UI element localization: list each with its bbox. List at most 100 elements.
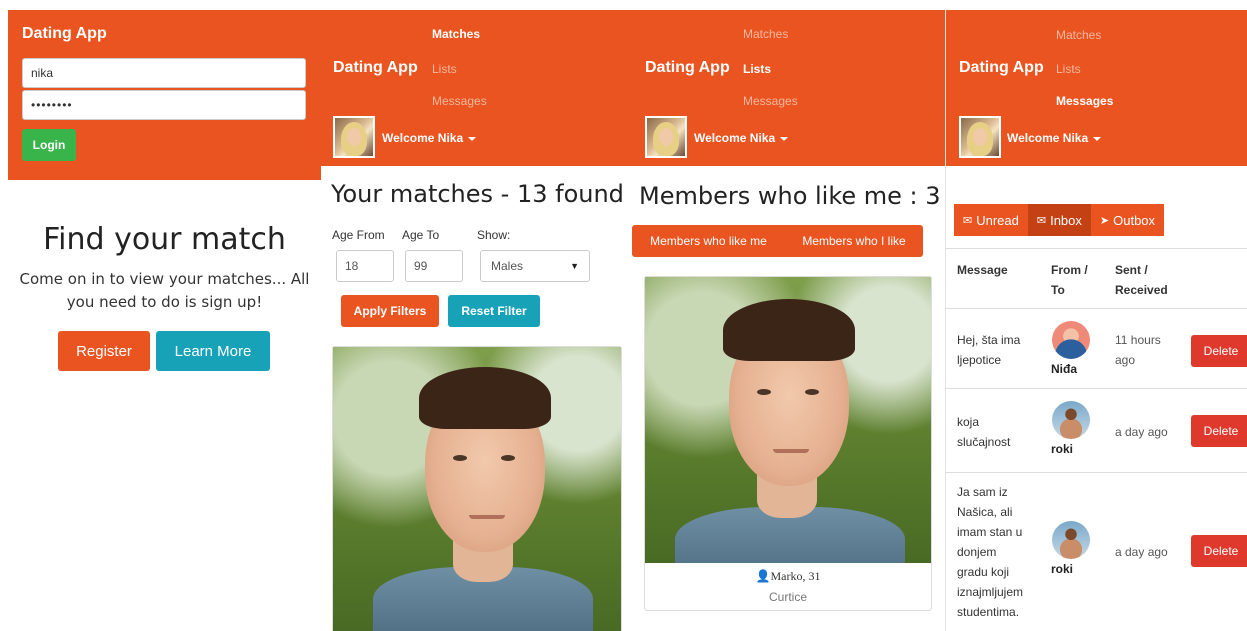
welcome-dropdown[interactable]: Welcome Nika	[1007, 131, 1102, 145]
message-text: Ja sam iz Našica, ali imam stan u donjem…	[957, 482, 1023, 622]
message-line: iznajmljujem	[957, 585, 1024, 599]
nav-lists[interactable]: Lists	[743, 62, 771, 76]
username-input[interactable]: nika	[22, 58, 306, 88]
delete-button[interactable]: Delete	[1191, 415, 1247, 447]
navbar: Matches Dating App Lists Messages Welcom…	[321, 10, 632, 166]
nav-messages[interactable]: Messages	[432, 94, 487, 108]
gender-select[interactable]: Males ▼	[480, 250, 590, 282]
welcome-dropdown[interactable]: Welcome Nika	[382, 131, 477, 145]
table-divider	[946, 472, 1247, 473]
nav-messages[interactable]: Messages	[743, 94, 798, 108]
welcome-text: Welcome Nika	[382, 131, 464, 145]
brand[interactable]: Dating App	[959, 59, 1044, 77]
caret-down-icon	[1093, 136, 1102, 141]
time-line: a day ago	[1115, 425, 1168, 439]
message-time: a day ago	[1115, 422, 1168, 442]
member-photo[interactable]	[333, 347, 621, 631]
login-button[interactable]: Login	[22, 129, 76, 161]
header-from-to-line2: To	[1051, 283, 1065, 297]
caret-down-icon	[468, 136, 477, 141]
welcome-dropdown[interactable]: Welcome Nika	[694, 131, 789, 145]
header-sent-received: Sent / Received	[1115, 260, 1168, 300]
page-title: Members who like me : 3	[639, 182, 941, 210]
member-name-text: Marko, 31	[770, 569, 821, 583]
message-time: a day ago	[1115, 542, 1168, 562]
user-icon: 👤	[755, 569, 771, 583]
nav-messages[interactable]: Messages	[1056, 94, 1113, 108]
brand[interactable]: Dating App	[22, 25, 107, 43]
tab-members-who-like-me[interactable]: Members who like me	[632, 225, 785, 257]
welcome-text: Welcome Nika	[694, 131, 776, 145]
age-from-input[interactable]: 18	[336, 250, 394, 282]
member-photo[interactable]	[645, 277, 931, 563]
learn-more-button[interactable]: Learn More	[156, 331, 270, 371]
nav-lists[interactable]: Lists	[1056, 62, 1081, 76]
sender-name: Niđa	[1051, 362, 1078, 376]
delete-button[interactable]: Delete	[1191, 535, 1247, 567]
user-avatar[interactable]	[333, 116, 375, 158]
nav-lists[interactable]: Lists	[432, 62, 457, 76]
header-sent-line1: Sent /	[1115, 263, 1148, 277]
brand[interactable]: Dating App	[333, 59, 418, 77]
age-to-label: Age To	[402, 228, 440, 242]
user-avatar[interactable]	[959, 116, 1001, 158]
message-line: Ja sam iz	[957, 485, 1008, 499]
message-line: gradu koji	[957, 565, 1010, 579]
show-label: Show:	[477, 228, 511, 242]
paper-plane-icon: ➤	[1099, 214, 1110, 227]
sender-name: roki	[1051, 442, 1074, 456]
message-line: koja	[957, 415, 980, 429]
select-arrow-icon: ▼	[570, 261, 579, 271]
sender-name: roki	[1051, 562, 1074, 576]
tab-inbox-label: Inbox	[1050, 212, 1082, 228]
header-from-to-line1: From /	[1051, 263, 1088, 277]
reset-filter-button[interactable]: Reset Filter	[448, 295, 540, 327]
brand[interactable]: Dating App	[645, 59, 730, 77]
sender-avatar[interactable]	[1052, 321, 1090, 359]
user-avatar[interactable]	[645, 116, 687, 158]
lists-panel: Matches Dating App Lists Messages Welcom…	[632, 10, 945, 631]
sender-avatar[interactable]	[1052, 521, 1090, 559]
home-panel: Dating App nika •••••••• Login Find your…	[8, 10, 321, 631]
nav-matches[interactable]: Matches	[743, 27, 788, 41]
register-button[interactable]: Register	[58, 331, 150, 371]
message-time: 11 hours ago	[1115, 330, 1161, 370]
envelope-icon: ✉	[963, 214, 973, 227]
tab-outbox-label: Outbox	[1113, 212, 1156, 228]
table-divider	[946, 388, 1247, 389]
header-from-to: From / To	[1051, 260, 1088, 300]
navbar: Dating App nika •••••••• Login	[8, 10, 321, 180]
password-input[interactable]: ••••••••	[22, 90, 306, 120]
message-line: slučajnost	[957, 435, 1011, 449]
age-from-label: Age From	[332, 228, 385, 242]
matches-panel: Matches Dating App Lists Messages Welcom…	[321, 10, 632, 631]
header-sent-line2: Received	[1115, 283, 1168, 297]
sender-avatar[interactable]	[1052, 401, 1090, 439]
nav-matches[interactable]: Matches	[432, 27, 480, 41]
member-name: 👤Marko, 31	[644, 569, 932, 584]
message-line: ljepotice	[957, 353, 1002, 367]
message-line: studentima.	[957, 605, 1020, 619]
delete-button[interactable]: Delete	[1191, 335, 1247, 367]
gender-select-value: Males	[491, 259, 524, 273]
tab-outbox[interactable]: ➤ Outbox	[1090, 204, 1165, 236]
time-line: 11 hours	[1115, 333, 1161, 347]
apply-filters-button[interactable]: Apply Filters	[341, 295, 439, 327]
tab-inbox[interactable]: ✉ Inbox	[1027, 204, 1091, 236]
welcome-text: Welcome Nika	[1007, 131, 1089, 145]
nav-matches[interactable]: Matches	[1056, 28, 1101, 42]
messages-panel: Matches Dating App Lists Messages Welcom…	[945, 10, 1247, 631]
message-text: koja slučajnost	[957, 412, 1010, 452]
message-text: Hej, šta ima ljepotice	[957, 330, 1020, 370]
age-to-input[interactable]: 99	[405, 250, 463, 282]
caret-down-icon	[780, 136, 789, 141]
hero-text: Come on in to view your matches... All y…	[19, 270, 310, 311]
header-message: Message	[957, 263, 1008, 277]
member-city: Curtice	[768, 590, 807, 604]
message-line: imam stan u	[957, 525, 1023, 539]
table-divider	[946, 308, 1247, 309]
tab-members-who-i-like[interactable]: Members who I like	[785, 225, 923, 257]
time-line: a day ago	[1115, 545, 1168, 559]
navbar: Matches Dating App Lists Messages Welcom…	[632, 10, 945, 166]
tab-unread[interactable]: ✉ Unread	[954, 204, 1028, 236]
